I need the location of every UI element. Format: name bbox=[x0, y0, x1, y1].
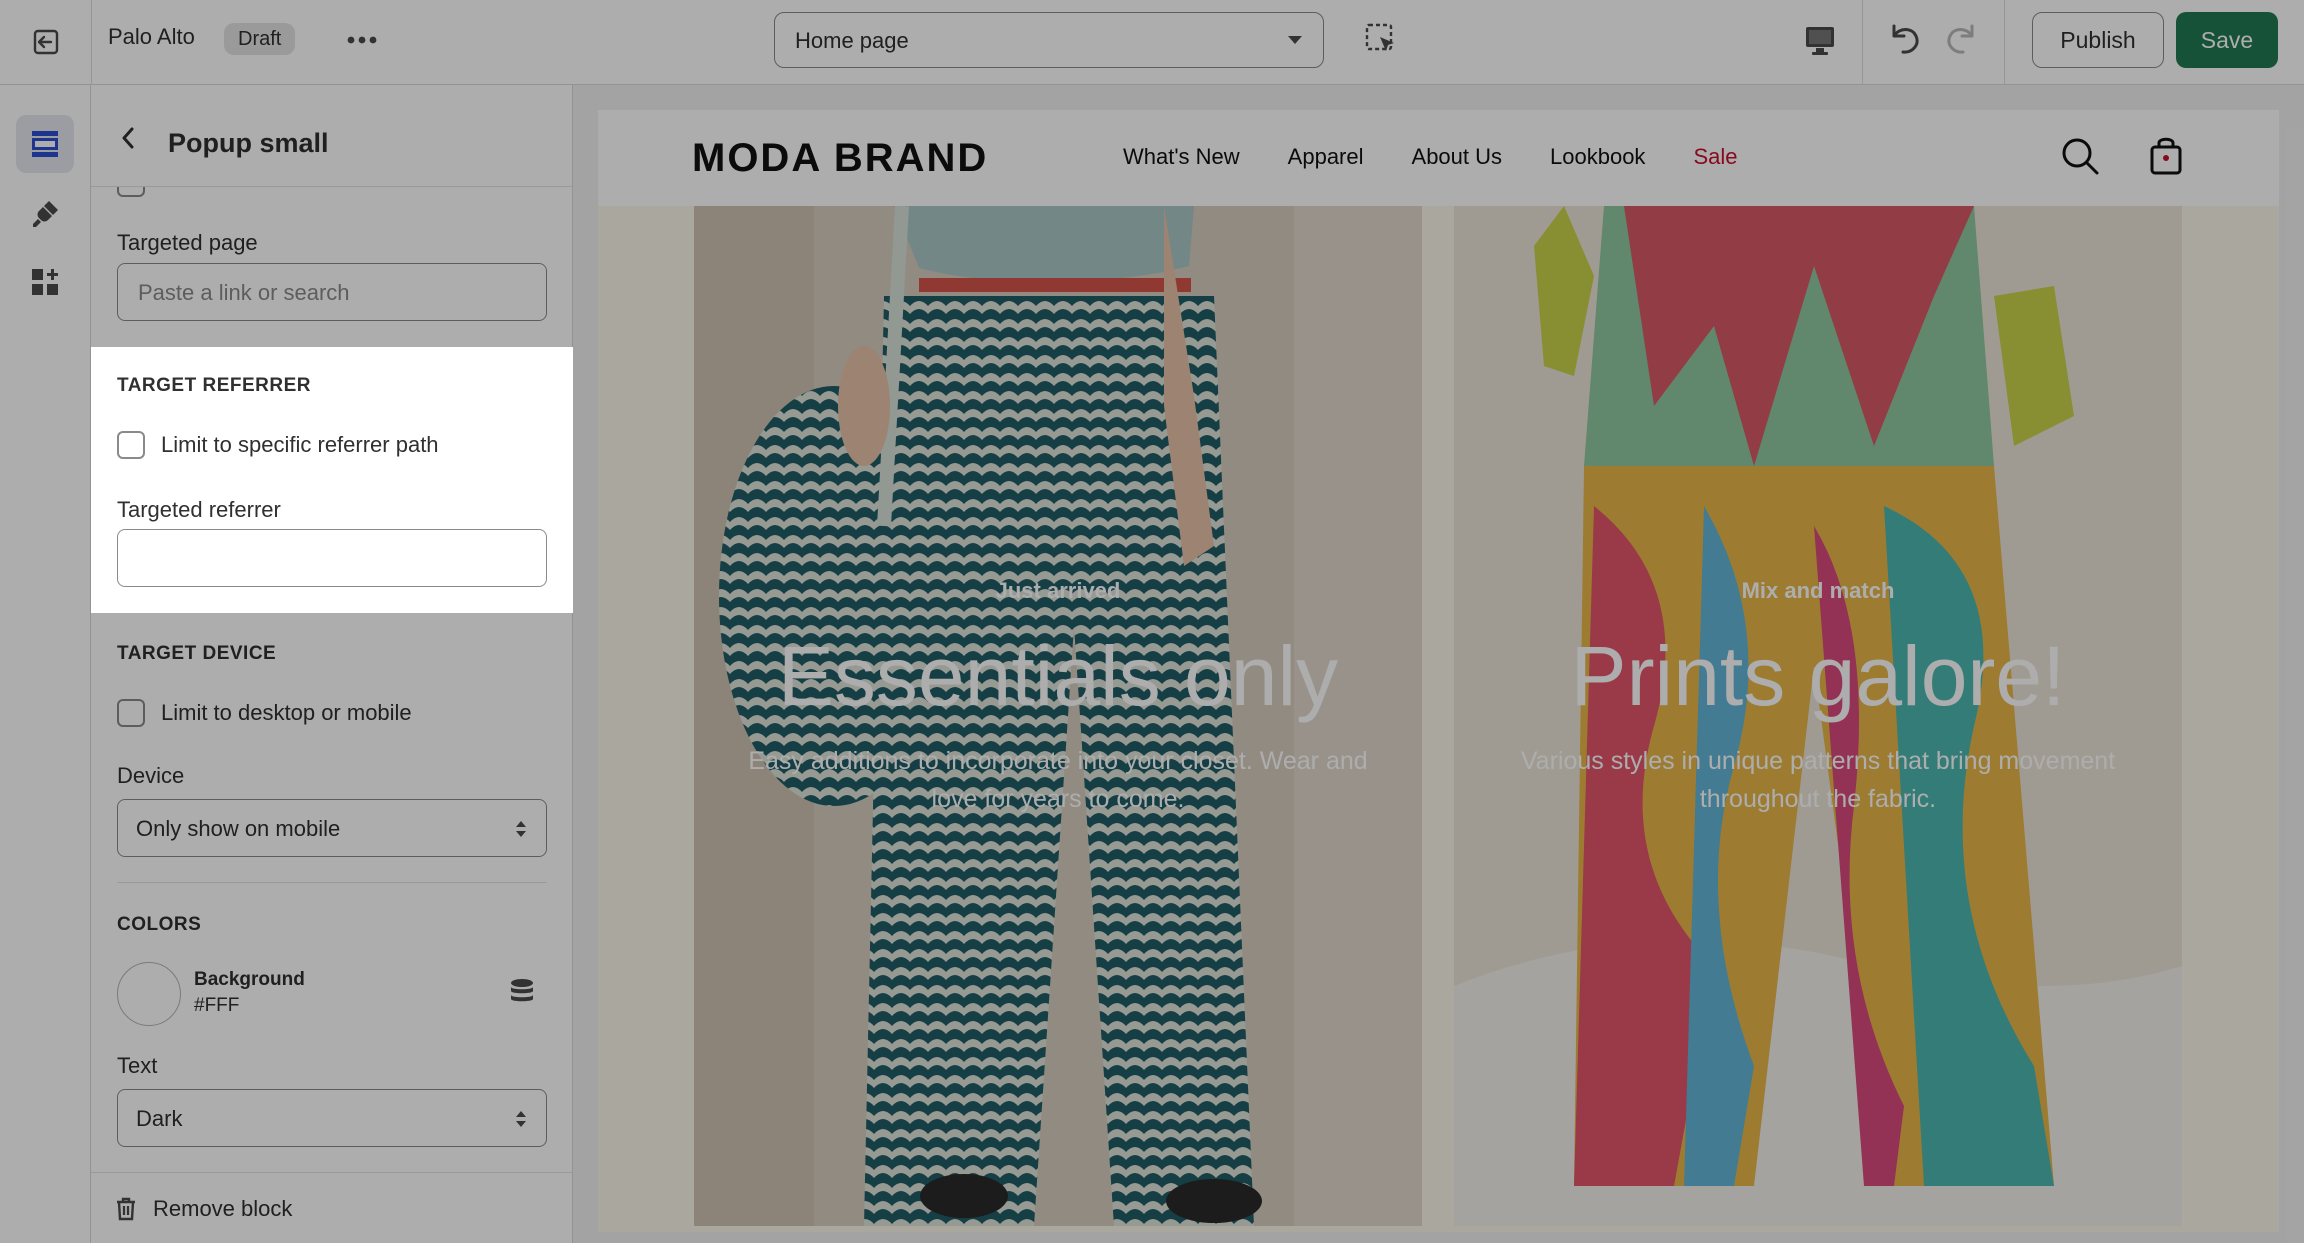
hero-eyebrow: Mix and match bbox=[1741, 578, 1895, 603]
template-select-value: Home page bbox=[795, 28, 909, 53]
colors-heading: COLORS bbox=[117, 914, 202, 935]
rail-sections-button[interactable] bbox=[16, 115, 74, 173]
background-color-label: Background bbox=[194, 969, 305, 990]
database-icon bbox=[511, 979, 533, 1002]
search-icon[interactable] bbox=[2060, 136, 2100, 176]
store-preview: MODA BRAND What's New Apparel About Us L… bbox=[598, 110, 2279, 1232]
targeted-page-label: Targeted page bbox=[117, 230, 258, 255]
preview-device-button[interactable] bbox=[1800, 20, 1840, 60]
target-referrer-heading: TARGET REFERRER bbox=[117, 375, 311, 396]
exit-icon bbox=[33, 29, 59, 55]
redo-button[interactable] bbox=[1942, 18, 1982, 60]
nav-item-about-us[interactable]: About Us bbox=[1412, 144, 1503, 170]
store-logo[interactable]: MODA BRAND bbox=[692, 136, 988, 181]
target-referrer-section: TARGET REFERRER Limit to specific referr… bbox=[91, 347, 573, 613]
store-header: MODA BRAND What's New Apparel About Us L… bbox=[598, 110, 2279, 206]
exit-button[interactable] bbox=[24, 20, 68, 64]
limit-device-checkbox[interactable] bbox=[117, 699, 145, 727]
remove-block-label: Remove block bbox=[153, 1196, 293, 1221]
inspector-button[interactable] bbox=[1362, 20, 1400, 58]
store-nav: What's New Apparel About Us Lookbook Sal… bbox=[1123, 144, 1737, 170]
inspect-icon bbox=[1365, 23, 1394, 51]
background-color-swatch[interactable] bbox=[117, 962, 181, 1026]
hero-card[interactable]: Mix and match Prints galore! Various sty… bbox=[1454, 206, 2182, 1226]
publish-button[interactable]: Publish bbox=[2032, 12, 2164, 68]
trash-icon bbox=[117, 1197, 135, 1221]
targeted-referrer-input[interactable] bbox=[117, 529, 547, 587]
divider bbox=[1862, 0, 1863, 85]
divider bbox=[91, 0, 92, 85]
targeted-referrer-label: Targeted referrer bbox=[117, 497, 281, 522]
block-settings-panel: Popup small Targeted page Paste a link o… bbox=[91, 85, 573, 1243]
limit-device-label: Limit to desktop or mobile bbox=[161, 700, 412, 725]
rail-theme-settings-button[interactable] bbox=[16, 185, 74, 243]
hero-headline: Prints galore! bbox=[1570, 629, 2066, 723]
divider bbox=[117, 882, 547, 883]
targeted-page-input[interactable]: Paste a link or search bbox=[117, 263, 547, 321]
hero-text: Easy additions to incorporate into your … bbox=[748, 747, 1368, 813]
select-arrows-icon bbox=[516, 821, 526, 837]
remove-block-button[interactable]: Remove block bbox=[115, 1191, 292, 1227]
device-label: Device bbox=[117, 763, 185, 788]
store-name: Palo Alto bbox=[108, 24, 195, 49]
icon-rail bbox=[0, 85, 91, 1243]
select-arrows-icon bbox=[516, 1111, 526, 1127]
back-button[interactable] bbox=[113, 123, 143, 153]
more-icon bbox=[347, 36, 377, 44]
text-color-label: Text bbox=[117, 1053, 158, 1078]
limit-referrer-checkbox[interactable] bbox=[117, 431, 145, 459]
rail-apps-button[interactable] bbox=[16, 253, 74, 311]
panel-title: Popup small bbox=[168, 128, 329, 158]
apps-icon bbox=[32, 269, 58, 295]
save-button[interactable]: Save bbox=[2176, 12, 2278, 68]
text-color-select-value: Dark bbox=[136, 1106, 183, 1131]
nav-item-sale[interactable]: Sale bbox=[1693, 144, 1737, 170]
panel-footer: Remove block bbox=[91, 1172, 572, 1243]
limit-referrer-checkbox-row[interactable]: Limit to specific referrer path bbox=[117, 429, 439, 461]
hero-text: Various styles in unique patterns that b… bbox=[1520, 747, 2116, 813]
template-select[interactable]: Home page bbox=[774, 12, 1324, 68]
divider bbox=[2004, 0, 2005, 85]
undo-button[interactable] bbox=[1884, 18, 1924, 60]
targeted-page-placeholder: Paste a link or search bbox=[138, 280, 350, 305]
device-select[interactable]: Only show on mobile bbox=[117, 799, 547, 857]
chevron-left-icon bbox=[122, 127, 134, 149]
chevron-down-icon bbox=[1288, 36, 1302, 44]
editor-topbar: Palo Alto Draft Home page Publish Save bbox=[0, 0, 2304, 85]
nav-item-whats-new[interactable]: What's New bbox=[1123, 144, 1240, 170]
hero-eyebrow: Just arrived bbox=[995, 578, 1121, 603]
background-color-value: #FFF bbox=[194, 995, 240, 1016]
theme-settings-icon bbox=[33, 201, 58, 227]
cart-icon[interactable] bbox=[2148, 134, 2184, 176]
more-actions-button[interactable] bbox=[344, 22, 380, 58]
target-device-heading: TARGET DEVICE bbox=[117, 643, 277, 664]
hero-card[interactable]: Just arrived Essentials only Easy additi… bbox=[694, 206, 1422, 1226]
undo-icon bbox=[1892, 24, 1919, 54]
desktop-icon bbox=[1806, 27, 1834, 55]
panel-header: Popup small bbox=[91, 85, 572, 187]
hero-headline: Essentials only bbox=[777, 629, 1339, 723]
nav-item-apparel[interactable]: Apparel bbox=[1288, 144, 1364, 170]
nav-item-lookbook[interactable]: Lookbook bbox=[1550, 144, 1645, 170]
device-select-value: Only show on mobile bbox=[136, 816, 341, 841]
text-color-select[interactable]: Dark bbox=[117, 1089, 547, 1147]
redo-icon bbox=[1947, 24, 1974, 54]
status-badge: Draft bbox=[224, 23, 296, 55]
limit-device-checkbox-row[interactable]: Limit to desktop or mobile bbox=[117, 697, 412, 729]
sections-icon bbox=[32, 131, 58, 157]
connect-dynamic-source-button[interactable] bbox=[507, 977, 537, 1007]
limit-referrer-label: Limit to specific referrer path bbox=[161, 432, 439, 457]
